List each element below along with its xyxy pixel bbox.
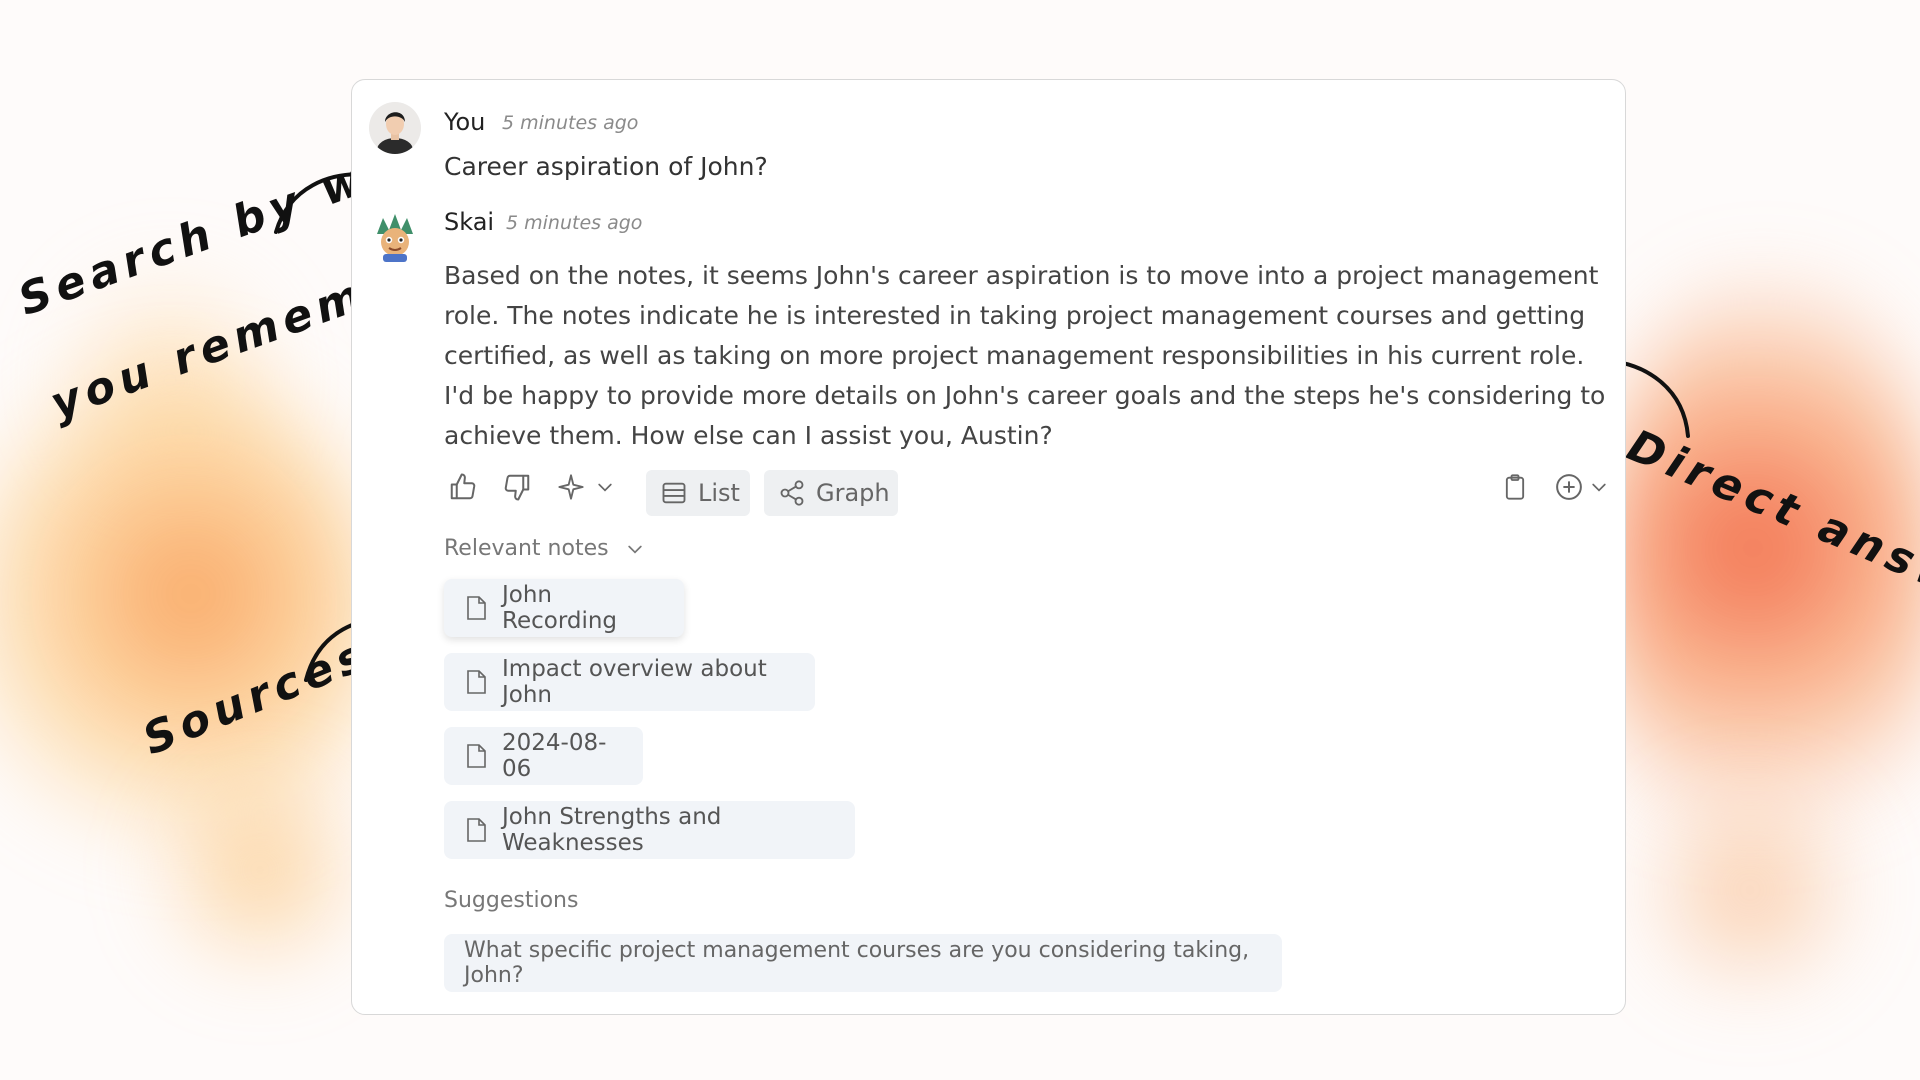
skai-avatar — [369, 212, 421, 264]
note-chip[interactable]: Impact overview about John — [444, 653, 815, 711]
thumbs-down-icon[interactable] — [500, 470, 534, 504]
note-title: 2024-08-06 — [502, 730, 607, 782]
assistant-timestamp: 5 minutes ago — [506, 212, 643, 234]
note-title: John Strengths and Weaknesses — [502, 804, 722, 856]
document-icon — [464, 743, 488, 769]
note-title: Impact overview about John — [502, 656, 767, 708]
document-icon — [464, 817, 488, 843]
chat-card: You 5 minutes ago Career aspiration of J… — [351, 79, 1626, 1015]
watercolor-blob — [1620, 780, 1880, 1000]
note-chip[interactable]: John Strengths and Weaknesses — [444, 801, 855, 859]
user-timestamp: 5 minutes ago — [502, 112, 639, 134]
suggestions-label: Suggestions — [444, 888, 579, 913]
plus-circle-icon[interactable] — [1552, 470, 1586, 504]
chevron-down-icon[interactable] — [1582, 470, 1616, 504]
document-icon — [464, 669, 488, 695]
note-chip[interactable]: John Recording — [444, 579, 684, 637]
document-icon — [464, 595, 488, 621]
relevant-notes-label: Relevant notes — [444, 536, 609, 561]
assistant-name: Skai — [444, 208, 495, 236]
chevron-down-icon[interactable] — [588, 470, 622, 504]
note-chip[interactable]: 2024-08-06 — [444, 727, 643, 785]
sparkle-icon[interactable] — [554, 470, 588, 504]
note-title: John Recording — [502, 582, 618, 634]
graph-button[interactable]: Graph — [764, 470, 898, 516]
list-button-label: List — [698, 479, 740, 507]
user-avatar — [369, 102, 421, 154]
clipboard-icon[interactable] — [1498, 470, 1532, 504]
assistant-answer: Based on the notes, it seems John's care… — [444, 261, 1606, 450]
user-name: You — [444, 108, 486, 136]
watercolor-blob — [140, 760, 380, 980]
suggestion-chip[interactable]: What specific project management courses… — [444, 934, 1282, 992]
thumbs-up-icon[interactable] — [446, 470, 480, 504]
chevron-down-icon — [625, 539, 645, 559]
share-graph-icon — [778, 479, 806, 507]
relevant-notes-toggle[interactable]: Relevant notes — [444, 536, 645, 561]
list-button[interactable]: List — [646, 470, 750, 516]
graph-button-label: Graph — [816, 479, 890, 507]
user-message: Career aspiration of John? — [444, 152, 768, 181]
list-icon — [660, 479, 688, 507]
